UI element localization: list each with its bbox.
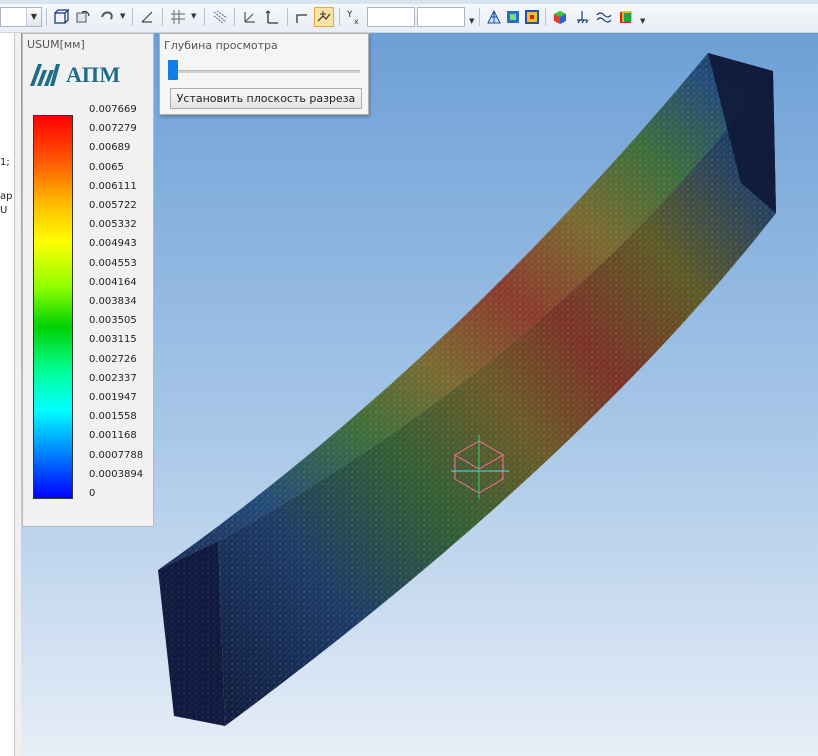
probe-icon[interactable]	[314, 7, 334, 27]
legend-tick-label: 0.003834	[89, 296, 137, 307]
depth-view-panel: Глубина просмотра Установить плоскость р…	[159, 33, 369, 115]
probe-icon[interactable]	[292, 7, 312, 27]
mesh-icon[interactable]	[484, 7, 504, 27]
toolbar-separator	[287, 8, 288, 26]
waves-icon[interactable]	[594, 7, 614, 27]
depth-slider-track[interactable]	[170, 70, 360, 73]
svg-text:x: x	[354, 17, 359, 26]
legend-panel: USUM[мм] АПМ 0.007669 0.007279 0.00689 0.00…	[22, 33, 154, 527]
toolbar-separator	[479, 8, 480, 26]
apm-logo-text: АПМ	[66, 62, 121, 87]
toolbar-separator	[545, 8, 546, 26]
chevron-down-icon[interactable]: ▼	[640, 17, 645, 25]
depth-slider-thumb[interactable]	[168, 60, 178, 80]
toolbar: ▼ ▼ ▼ Yx ▼ ▼	[0, 0, 818, 33]
plane-icon[interactable]	[137, 7, 157, 27]
left-panel-edge: 1; ар U	[0, 33, 15, 756]
chevron-down-icon[interactable]: ▼	[469, 17, 474, 25]
legend-tick-label: 0	[89, 488, 96, 499]
legend-tick-label: 0.001558	[89, 411, 137, 423]
legend-tick-label: 0.002337	[89, 372, 137, 384]
rotate-icon[interactable]	[73, 7, 93, 27]
toolbar-top-border	[0, 0, 818, 4]
legend-tick-label: 0.003505	[89, 315, 137, 327]
legend-tick-label: 0.004553	[89, 257, 137, 269]
legend-tick-label: 0.005332	[89, 219, 137, 231]
view-combo[interactable]: ▼	[0, 7, 42, 27]
depth-label: Глубина просмотра	[164, 39, 278, 52]
legend-tick-label: 0.004943	[89, 238, 137, 250]
legend-tick-label: 0.007279	[89, 123, 137, 135]
legend-tick-label: 0.002726	[89, 353, 137, 365]
view-cube-icon[interactable]	[51, 7, 71, 27]
yx-axis-icon[interactable]: Yx	[344, 7, 364, 27]
legend-tick-label: 0.003115	[89, 334, 137, 346]
results-icon[interactable]	[522, 7, 542, 27]
chevron-down-icon[interactable]: ▼	[26, 8, 41, 26]
toolbar-separator	[46, 8, 47, 26]
apm-logo: АПМ	[28, 62, 121, 88]
stack-icon[interactable]	[616, 7, 636, 27]
legend-tick-label: 0.004164	[89, 276, 137, 288]
legend-tick-label: 0.0065	[89, 161, 124, 173]
legend-tick-label: 0.001168	[89, 430, 137, 442]
legend-tick-label: 0.0003894	[89, 468, 144, 480]
toolbar-separator	[204, 8, 205, 26]
undo-icon[interactable]	[97, 7, 117, 27]
set-section-plane-button[interactable]: Установить плоскость разреза	[170, 88, 362, 109]
model-icon[interactable]	[503, 7, 523, 27]
legend-tick-label: 0.00689	[89, 142, 131, 154]
color-cube-icon[interactable]	[550, 7, 570, 27]
svg-text:Y: Y	[346, 10, 353, 20]
color-scale-bar	[33, 115, 73, 499]
beam-left-end-mesh	[158, 541, 225, 726]
left-panel-text: ар	[0, 191, 13, 202]
x-coordinate-field[interactable]	[367, 7, 415, 27]
supports-icon[interactable]	[572, 7, 592, 27]
left-panel-text: U	[0, 205, 8, 216]
legend-title: USUM[мм]	[27, 38, 85, 51]
grid-icon[interactable]	[168, 7, 188, 27]
apm-logo-icon	[30, 64, 60, 86]
left-panel-text: 1;	[0, 157, 10, 168]
axes-icon[interactable]	[240, 7, 260, 27]
hatch-icon[interactable]	[210, 7, 230, 27]
legend-tick-label: 0.0007788	[89, 449, 144, 461]
toolbar-separator	[162, 8, 163, 26]
y-coordinate-field[interactable]	[417, 7, 465, 27]
chevron-down-icon[interactable]: ▼	[191, 12, 196, 20]
toolbar-separator	[132, 8, 133, 26]
legend-tick-label: 0.006111	[89, 180, 137, 192]
legend-tick-label: 0.001947	[89, 392, 137, 403]
legend-tick-label: 0.007669	[89, 104, 137, 115]
toolbar-separator	[339, 8, 340, 26]
section-icon[interactable]	[262, 7, 282, 27]
legend-tick-label: 0.005722	[89, 200, 137, 211]
toolbar-separator	[234, 8, 235, 26]
chevron-down-icon[interactable]: ▼	[120, 12, 125, 20]
